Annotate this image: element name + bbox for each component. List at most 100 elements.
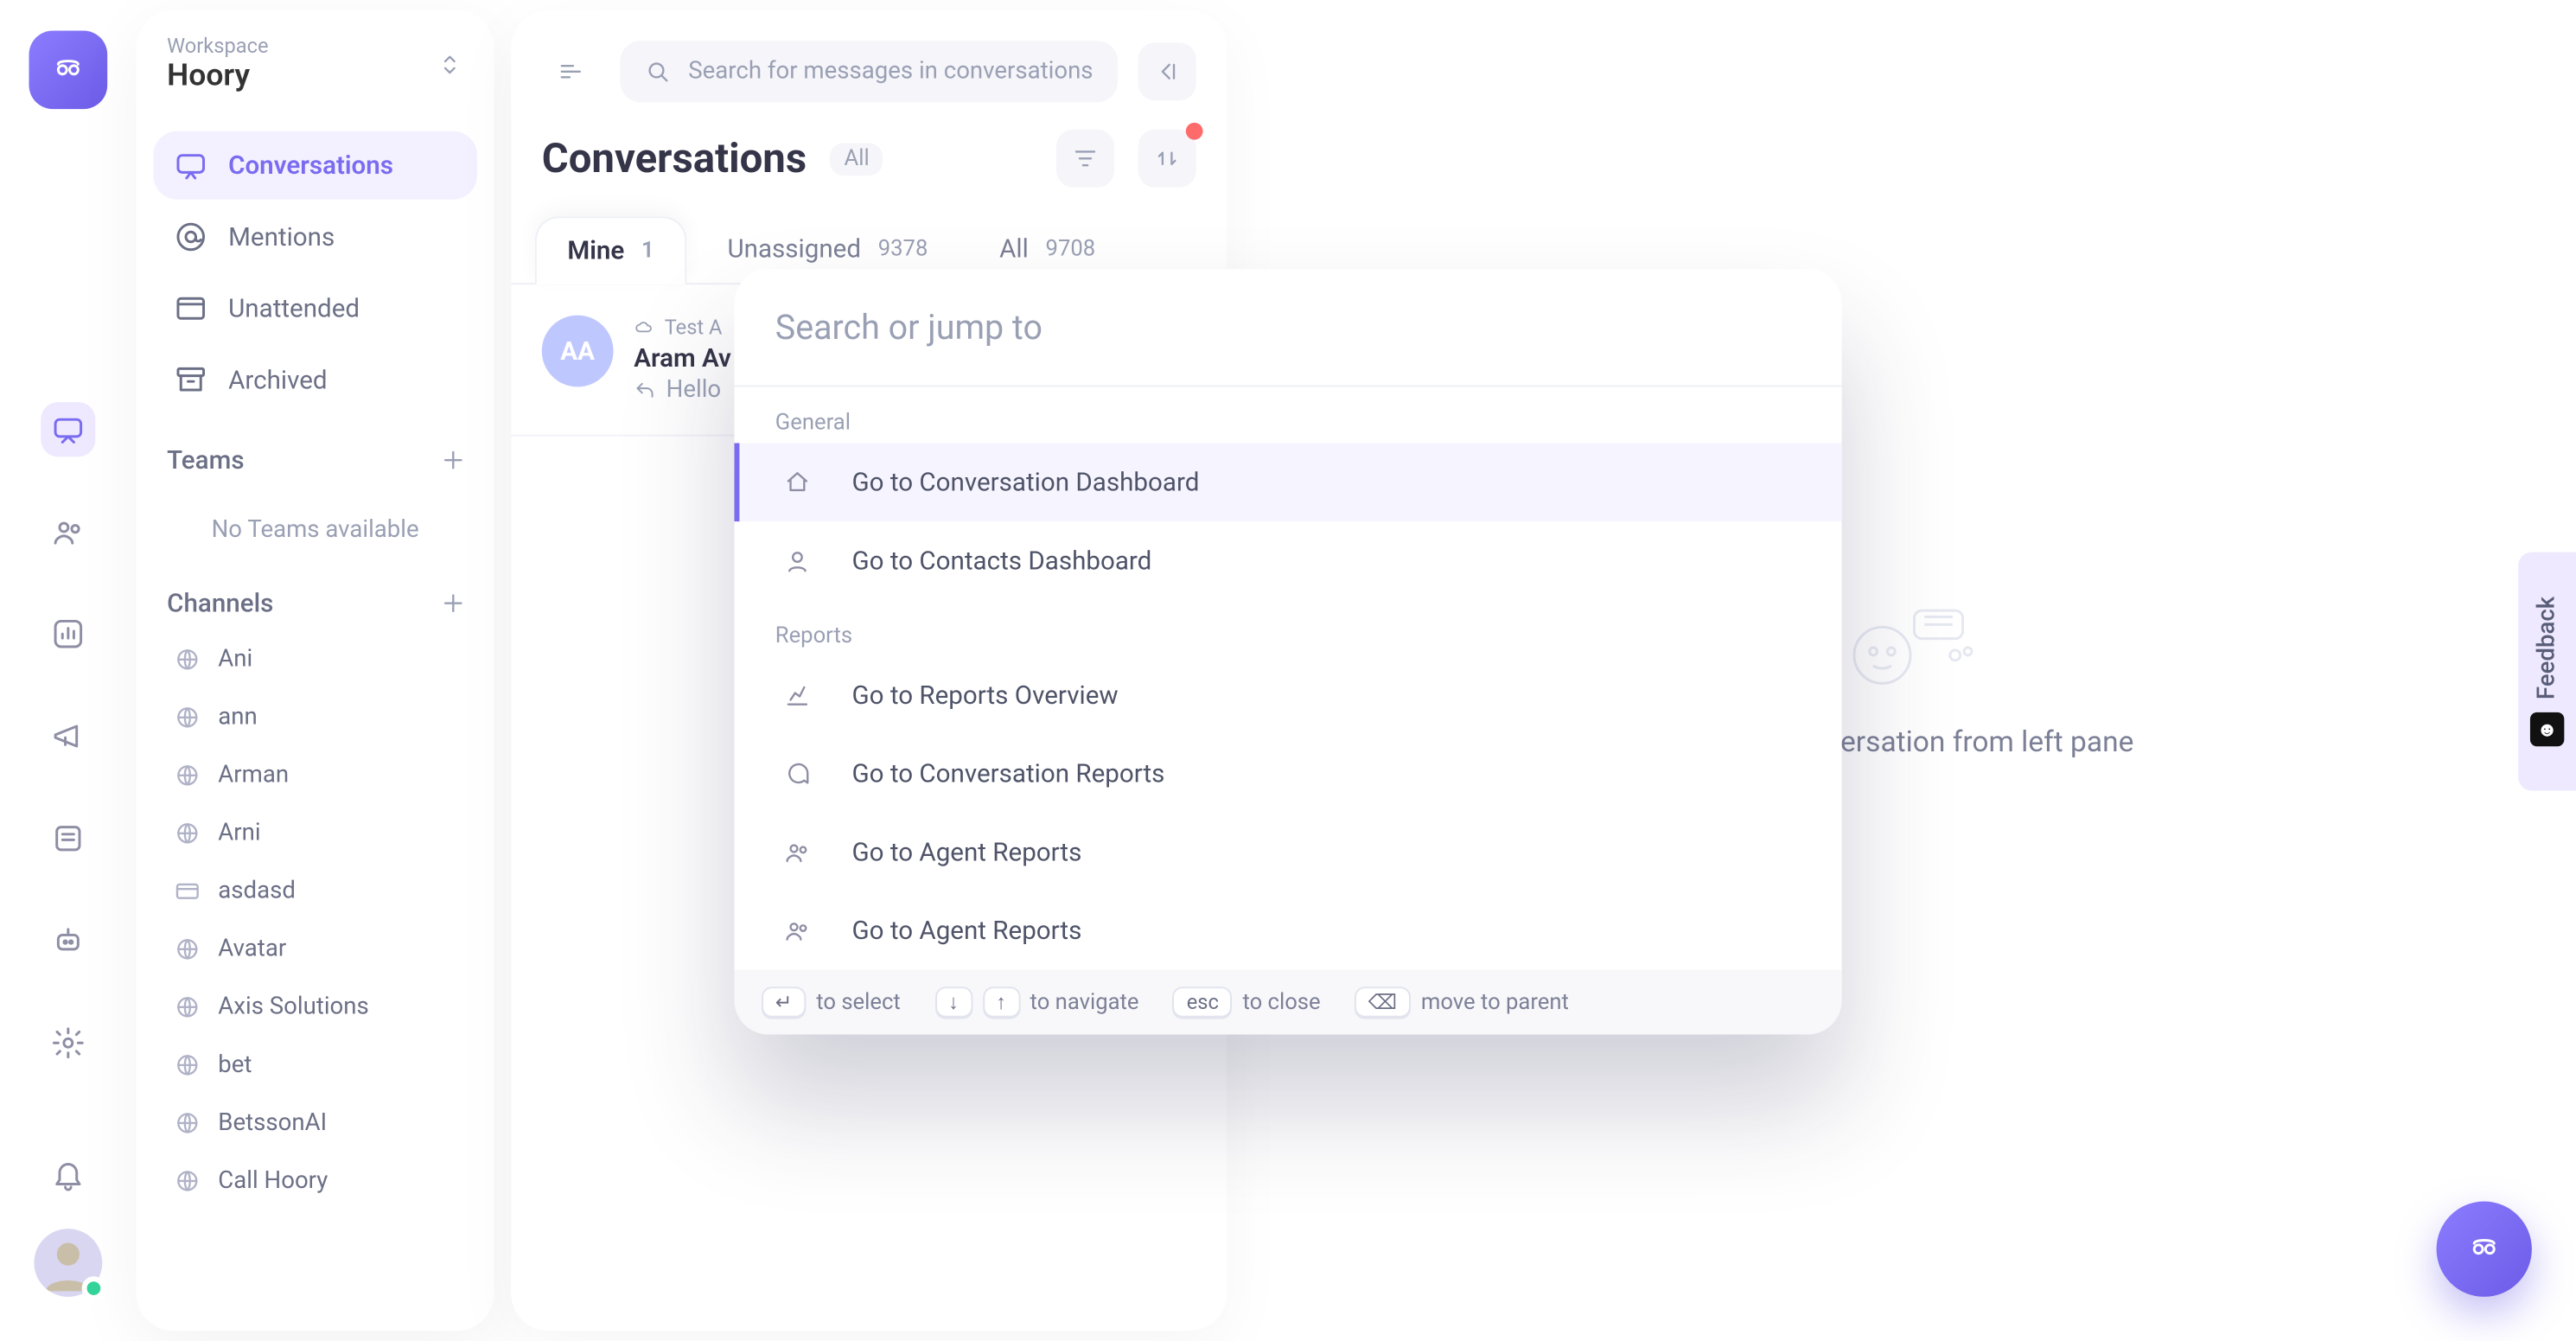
globe-icon <box>174 820 201 847</box>
empty-state-illustration <box>1825 582 1978 701</box>
rail-conversations-icon[interactable] <box>41 402 95 457</box>
palette-item[interactable]: Go to Contacts Dashboard <box>735 521 1842 600</box>
presence-online-dot <box>82 1276 106 1300</box>
palette-section-header: Reports <box>735 600 1842 656</box>
channel-item[interactable]: Arni <box>153 806 476 860</box>
nav-conversations[interactable]: Conversations <box>153 131 476 200</box>
channel-item[interactable]: bet <box>153 1038 476 1092</box>
add-channel-button[interactable] <box>440 590 468 617</box>
footer-hint: move to parent <box>1421 989 1569 1015</box>
feedback-emoji-icon: ☻ <box>2530 712 2564 746</box>
conversation-channel: Test A <box>665 316 723 340</box>
workspace-switcher[interactable]: Workspace Hoory <box>137 34 494 107</box>
channel-item[interactable]: Axis Solutions <box>153 980 476 1034</box>
user-icon <box>781 547 814 575</box>
tab-count: 9378 <box>878 236 928 262</box>
footer-hint: to navigate <box>1030 989 1139 1015</box>
nav-label: Unattended <box>228 293 360 323</box>
collapse-panel-icon[interactable] <box>1138 42 1196 100</box>
app-logo[interactable] <box>29 30 108 109</box>
nav-label: Mentions <box>228 221 335 252</box>
palette-item[interactable]: Go to Agent Reports <box>735 891 1842 970</box>
footer-hint: to close <box>1242 989 1320 1015</box>
channel-label: bet <box>218 1051 252 1079</box>
home-icon <box>781 469 814 496</box>
chevron-updown-icon <box>437 50 464 78</box>
channel-label: Avatar <box>218 936 286 963</box>
card-icon <box>174 878 201 905</box>
search-placeholder: Search for messages in conversations <box>688 58 1093 86</box>
search-icon <box>644 58 672 86</box>
globe-icon <box>174 646 201 674</box>
notifications-icon[interactable] <box>51 1157 85 1191</box>
rail-help-icon[interactable] <box>41 811 95 865</box>
channel-label: ann <box>218 704 257 731</box>
tab-mine[interactable]: Mine 1 <box>535 216 686 284</box>
backspace-key-icon: ⌫ <box>1355 987 1411 1017</box>
chart-icon <box>781 681 814 709</box>
channel-item[interactable]: Ani <box>153 632 476 686</box>
rail-campaigns-icon[interactable] <box>41 709 95 763</box>
channel-item[interactable]: ann <box>153 690 476 744</box>
esc-key-icon: esc <box>1173 987 1233 1017</box>
down-key-icon: ↓ <box>934 987 972 1017</box>
sort-icon[interactable] <box>1138 130 1196 188</box>
palette-item[interactable]: Go to Reports Overview <box>735 656 1842 735</box>
palette-item[interactable]: Go to Agent Reports <box>735 813 1842 891</box>
tab-label: All <box>999 233 1029 264</box>
tab-label: Unassigned <box>727 233 861 264</box>
channels-header: Channels <box>167 588 273 618</box>
archived-icon <box>174 363 207 397</box>
user-avatar[interactable] <box>34 1229 102 1297</box>
channel-item[interactable]: Call Hoory <box>153 1153 476 1208</box>
channel-item[interactable]: Avatar <box>153 922 476 976</box>
palette-item-label: Go to Contacts Dashboard <box>852 546 1152 576</box>
filter-icon[interactable] <box>1056 130 1114 188</box>
rail-bot-icon[interactable] <box>41 913 95 967</box>
palette-section-header: General <box>735 386 1842 443</box>
globe-icon <box>174 704 201 731</box>
command-palette[interactable]: Search or jump to GeneralGo to Conversat… <box>735 269 1842 1034</box>
unattended-icon <box>174 291 207 325</box>
list-scope[interactable]: All <box>831 143 883 175</box>
palette-item-label: Go to Agent Reports <box>852 915 1082 945</box>
channel-item[interactable]: BetssonAI <box>153 1095 476 1150</box>
channel-item[interactable]: asdasd <box>153 864 476 918</box>
palette-search-input[interactable]: Search or jump to <box>735 269 1842 386</box>
tab-label: Mine <box>567 235 624 265</box>
nav-archived[interactable]: Archived <box>153 346 476 414</box>
channel-label: Arman <box>218 762 289 789</box>
enter-key-icon: ↵ <box>762 987 806 1017</box>
globe-icon <box>174 936 201 963</box>
tab-count: 1 <box>641 238 654 264</box>
rail-contacts-icon[interactable] <box>41 504 95 559</box>
channel-item[interactable]: Arman <box>153 748 476 802</box>
palette-footer: ↵to select ↓↑to navigate escto close ⌫mo… <box>735 969 1842 1034</box>
palette-item[interactable]: Go to Conversation Reports <box>735 735 1842 814</box>
menu-icon[interactable] <box>542 42 600 100</box>
channel-label: asdasd <box>218 878 296 905</box>
nav-label: Conversations <box>228 150 393 180</box>
icon-rail <box>0 0 137 1341</box>
channel-label: Call Hoory <box>218 1167 328 1195</box>
search-input[interactable]: Search for messages in conversations <box>620 41 1118 102</box>
nav-unattended[interactable]: Unattended <box>153 274 476 342</box>
rail-settings-icon[interactable] <box>41 1016 95 1070</box>
chat-fab[interactable] <box>2437 1202 2532 1297</box>
nav-mentions[interactable]: Mentions <box>153 203 476 271</box>
contact-avatar: AA <box>542 316 614 387</box>
chat-icon <box>781 760 814 788</box>
add-team-button[interactable] <box>440 446 468 474</box>
sort-indicator-dot <box>1186 123 1203 140</box>
tab-count: 9708 <box>1046 236 1096 262</box>
footer-hint: to select <box>816 989 901 1015</box>
globe-icon <box>174 1051 201 1079</box>
conversations-icon <box>174 148 207 182</box>
globe-icon <box>174 1167 201 1195</box>
channel-label: BetssonAI <box>218 1109 327 1137</box>
feedback-tab[interactable]: Feedback ☻ <box>2518 552 2576 791</box>
cloud-icon <box>634 317 654 338</box>
palette-item[interactable]: Go to Conversation Dashboard <box>735 443 1842 521</box>
rail-reports-icon[interactable] <box>41 607 95 661</box>
palette-item-label: Go to Conversation Reports <box>852 758 1165 789</box>
